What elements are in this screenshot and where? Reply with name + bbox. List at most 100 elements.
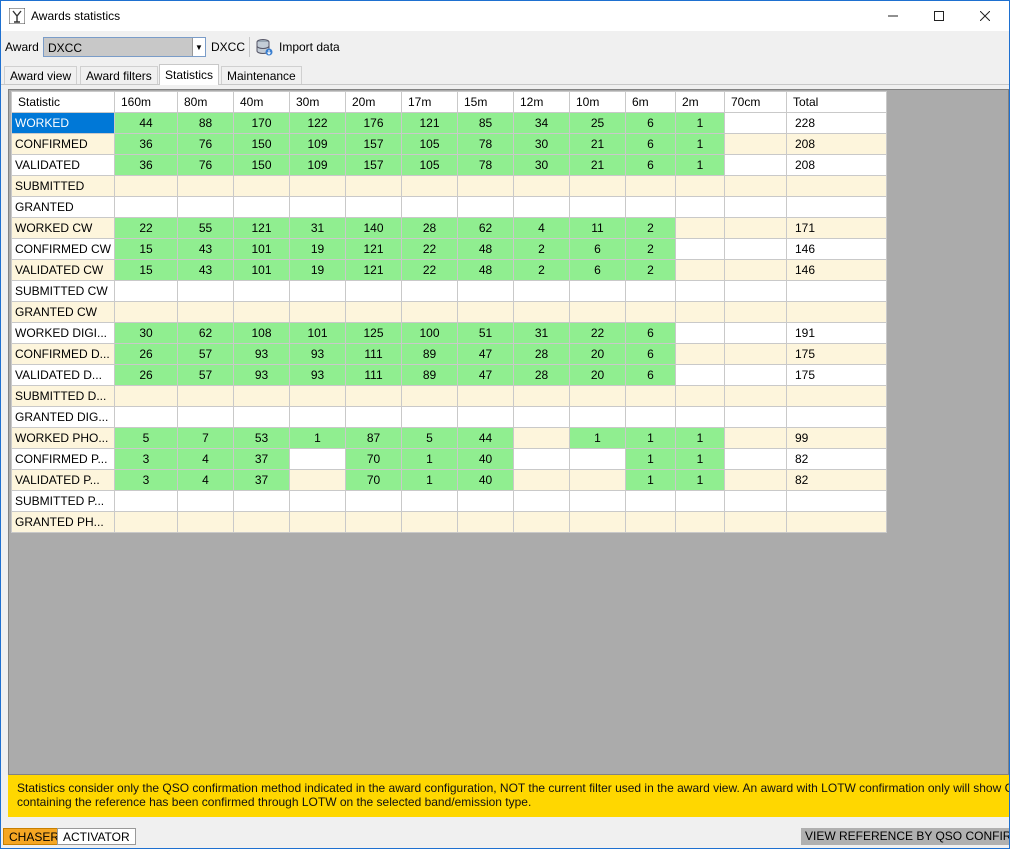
table-cell[interactable]	[724, 259, 787, 281]
table-cell[interactable]	[675, 322, 725, 344]
table-cell[interactable]: 44	[457, 427, 514, 449]
table-cell[interactable]	[114, 175, 178, 197]
table-cell[interactable]: 55	[177, 217, 234, 239]
table-cell[interactable]	[724, 217, 787, 239]
column-header[interactable]: 2m	[675, 91, 725, 113]
table-row[interactable]: SUBMITTED P...	[11, 490, 887, 512]
table-cell[interactable]	[177, 175, 234, 197]
table-cell[interactable]: 89	[401, 343, 458, 365]
table-cell[interactable]	[114, 196, 178, 218]
table-cell[interactable]	[513, 385, 570, 407]
table-cell[interactable]	[457, 385, 514, 407]
table-cell[interactable]	[675, 196, 725, 218]
table-cell[interactable]: 1	[569, 427, 626, 449]
table-cell[interactable]	[513, 448, 570, 470]
row-label[interactable]: GRANTED PH...	[11, 511, 115, 533]
table-cell[interactable]: 6	[625, 133, 676, 155]
table-cell[interactable]	[177, 490, 234, 512]
table-cell[interactable]	[625, 490, 676, 512]
tab-award-filters[interactable]: Award filters	[80, 66, 158, 84]
table-cell[interactable]: 43	[177, 238, 234, 260]
table-cell[interactable]: 22	[114, 217, 178, 239]
table-cell[interactable]: 3	[114, 469, 178, 491]
table-cell[interactable]: 111	[345, 343, 402, 365]
table-cell[interactable]: 1	[289, 427, 346, 449]
table-cell[interactable]	[177, 196, 234, 218]
table-cell[interactable]: 11	[569, 217, 626, 239]
table-cell[interactable]	[177, 406, 234, 428]
table-cell[interactable]	[457, 511, 514, 533]
table-cell[interactable]	[401, 490, 458, 512]
chevron-down-icon[interactable]: ▼	[192, 38, 205, 56]
table-cell[interactable]: 22	[401, 259, 458, 281]
table-cell[interactable]	[289, 511, 346, 533]
table-cell[interactable]	[401, 175, 458, 197]
table-cell[interactable]	[289, 196, 346, 218]
table-cell[interactable]	[457, 406, 514, 428]
total-cell[interactable]: 82	[786, 448, 887, 470]
table-cell[interactable]	[675, 280, 725, 302]
row-label[interactable]: WORKED CW	[11, 217, 115, 239]
table-row[interactable]: SUBMITTED CW	[11, 280, 887, 302]
table-cell[interactable]	[114, 511, 178, 533]
table-cell[interactable]: 100	[401, 322, 458, 344]
table-cell[interactable]: 20	[569, 343, 626, 365]
table-cell[interactable]: 150	[233, 133, 290, 155]
table-cell[interactable]: 125	[345, 322, 402, 344]
table-cell[interactable]	[401, 406, 458, 428]
table-cell[interactable]: 4	[177, 448, 234, 470]
total-cell[interactable]: 228	[786, 112, 887, 134]
table-cell[interactable]	[289, 448, 346, 470]
table-row[interactable]: SUBMITTED	[11, 175, 887, 197]
column-header[interactable]: 20m	[345, 91, 402, 113]
table-cell[interactable]	[724, 175, 787, 197]
row-label[interactable]: SUBMITTED CW	[11, 280, 115, 302]
table-cell[interactable]	[289, 385, 346, 407]
table-cell[interactable]	[401, 196, 458, 218]
table-cell[interactable]: 28	[513, 343, 570, 365]
table-cell[interactable]	[625, 406, 676, 428]
column-header[interactable]: Total	[786, 91, 887, 113]
table-cell[interactable]: 109	[289, 133, 346, 155]
table-cell[interactable]: 57	[177, 343, 234, 365]
total-cell[interactable]	[786, 385, 887, 407]
row-label[interactable]: CONFIRMED P...	[11, 448, 115, 470]
column-header[interactable]: 160m	[114, 91, 178, 113]
table-cell[interactable]	[569, 490, 626, 512]
table-cell[interactable]: 2	[625, 259, 676, 281]
table-cell[interactable]: 19	[289, 238, 346, 260]
table-cell[interactable]: 25	[569, 112, 626, 134]
table-cell[interactable]	[289, 280, 346, 302]
table-cell[interactable]: 88	[177, 112, 234, 134]
total-cell[interactable]: 99	[786, 427, 887, 449]
row-label[interactable]: VALIDATED P...	[11, 469, 115, 491]
table-cell[interactable]: 21	[569, 154, 626, 176]
total-cell[interactable]	[786, 490, 887, 512]
table-cell[interactable]	[233, 406, 290, 428]
table-cell[interactable]: 140	[345, 217, 402, 239]
table-cell[interactable]	[625, 280, 676, 302]
table-cell[interactable]: 1	[625, 448, 676, 470]
table-cell[interactable]	[513, 280, 570, 302]
table-cell[interactable]: 1	[401, 448, 458, 470]
table-cell[interactable]	[345, 175, 402, 197]
table-cell[interactable]	[457, 196, 514, 218]
table-cell[interactable]	[569, 175, 626, 197]
table-row[interactable]: WORKED PHO... 5 7 53 1 87 5 44 1 1 1 99	[11, 427, 887, 449]
table-cell[interactable]	[675, 343, 725, 365]
table-cell[interactable]	[569, 280, 626, 302]
table-cell[interactable]: 101	[289, 322, 346, 344]
table-row[interactable]: GRANTED	[11, 196, 887, 218]
total-cell[interactable]: 146	[786, 238, 887, 260]
table-cell[interactable]	[724, 238, 787, 260]
chaser-button[interactable]: CHASER	[3, 828, 66, 845]
table-cell[interactable]	[569, 406, 626, 428]
table-cell[interactable]	[724, 490, 787, 512]
view-reference-button[interactable]: VIEW REFERENCE BY QSO CONFIRMATION	[801, 828, 1009, 845]
table-cell[interactable]	[457, 301, 514, 323]
column-header[interactable]: 6m	[625, 91, 676, 113]
table-cell[interactable]: 2	[513, 259, 570, 281]
table-cell[interactable]: 36	[114, 133, 178, 155]
table-cell[interactable]: 28	[401, 217, 458, 239]
table-row[interactable]: GRANTED CW	[11, 301, 887, 323]
